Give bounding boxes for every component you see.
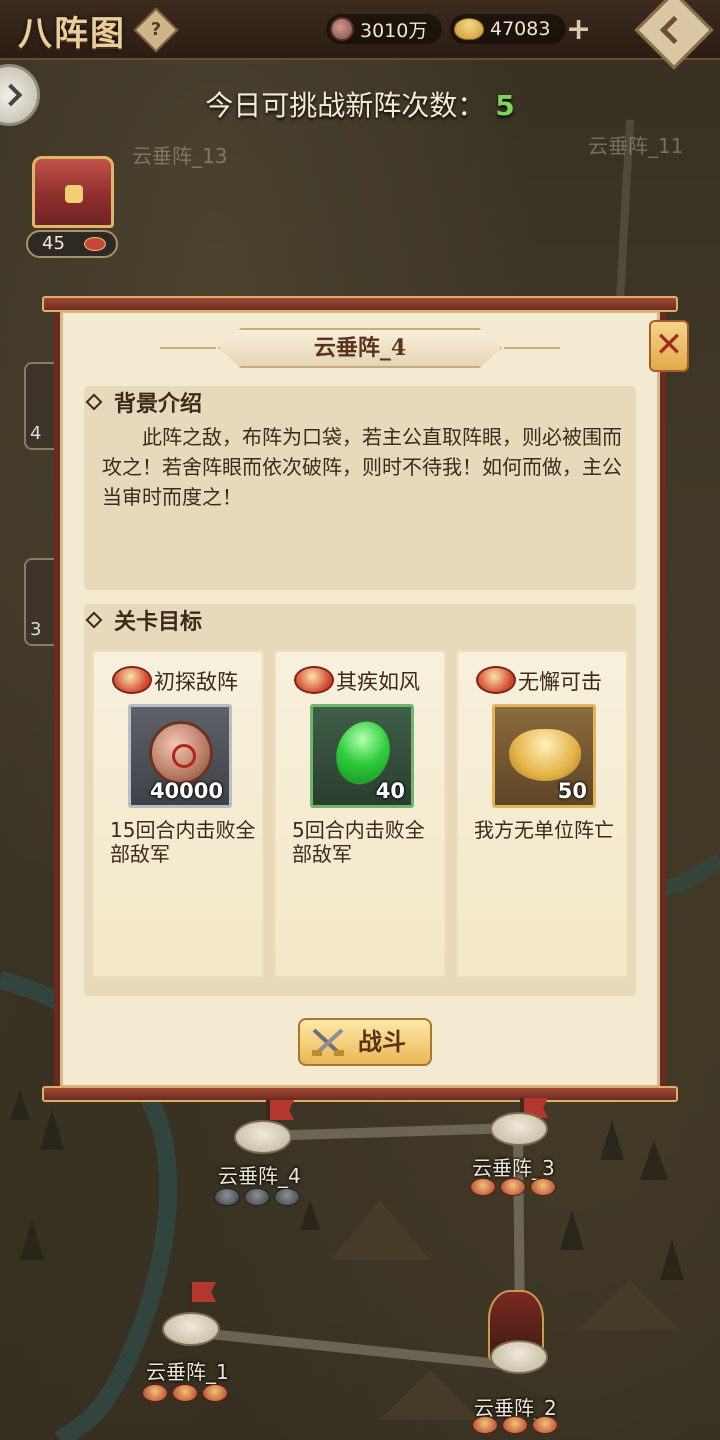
- star-icon: [532, 1416, 558, 1434]
- star-icon: [530, 1178, 556, 1196]
- close-button[interactable]: ✕: [649, 320, 689, 372]
- goals-heading: 关卡目标: [85, 604, 203, 636]
- reward-slot[interactable]: 40000: [128, 704, 232, 808]
- node-2-stars: [472, 1416, 558, 1434]
- goal-title: 无懈可击: [518, 670, 602, 694]
- treasure-chest-icon[interactable]: [32, 156, 114, 228]
- copper-resource: 3010万: [326, 14, 442, 44]
- reward-amount: 40: [375, 779, 405, 803]
- gold-ingot-icon: [454, 18, 484, 40]
- reward-amount: 50: [557, 779, 587, 803]
- node-label-11[interactable]: 云垂阵_11: [588, 130, 683, 159]
- copper-coin-icon: [149, 721, 213, 785]
- ingot-resource: 47083: [450, 14, 566, 44]
- star-icon: [274, 1188, 300, 1206]
- plaque-ornament-right: [504, 347, 560, 349]
- goal-description: 我方无单位阵亡: [474, 818, 614, 842]
- goal-title: 初探敌阵: [154, 670, 238, 694]
- fight-button[interactable]: 战斗: [298, 1018, 432, 1066]
- gold-ingot-icon: [509, 729, 581, 781]
- node-label-1[interactable]: 云垂阵_1: [146, 1356, 229, 1385]
- scroll-rod-top: [42, 296, 678, 312]
- challenge-count: 5: [495, 89, 515, 122]
- fight-label: 战斗: [358, 1027, 406, 1056]
- reward-amount: 40000: [149, 779, 223, 803]
- medal-mini-icon: [84, 237, 106, 251]
- node-2[interactable]: [490, 1340, 548, 1374]
- star-icon: [214, 1188, 240, 1206]
- side-count: 3: [30, 619, 42, 640]
- goal-title: 其疾如风: [336, 670, 420, 694]
- diamond-icon: [85, 393, 103, 411]
- copper-amount: 3010万: [360, 19, 428, 42]
- goal-card-1[interactable]: 初探敌阵 40000 15回合内击败全部敌军: [92, 650, 264, 978]
- background-heading: 背景介绍: [85, 386, 203, 418]
- star-icon: [470, 1178, 496, 1196]
- back-button[interactable]: [634, 0, 714, 70]
- diamond-icon: [85, 611, 103, 629]
- star-icon: [202, 1384, 228, 1402]
- stage-name: 云垂阵_4: [218, 328, 502, 368]
- goals-title: 关卡目标: [114, 609, 203, 635]
- star-icon: [500, 1178, 526, 1196]
- scroll-rod-bottom: [42, 1086, 678, 1102]
- goal-card-2[interactable]: 其疾如风 40 5回合内击败全部敌军: [274, 650, 446, 978]
- background-title: 背景介绍: [114, 391, 203, 417]
- reward-slot[interactable]: 50: [492, 704, 596, 808]
- star-icon: [244, 1188, 270, 1206]
- node-1-stars: [142, 1384, 228, 1402]
- plaque-ornament-left: [160, 347, 216, 349]
- top-bar: 八阵图 ? 3010万 47083 +: [0, 0, 720, 70]
- node-label-3[interactable]: 云垂阵_3: [472, 1152, 555, 1181]
- ingot-amount: 47083: [490, 18, 551, 40]
- medal-icon: [476, 666, 516, 694]
- goal-description: 15回合内击败全部敌军: [110, 818, 256, 866]
- node-4-stars: [214, 1188, 300, 1206]
- node-1[interactable]: [162, 1312, 220, 1346]
- goal-description: 5回合内击败全部敌军: [292, 818, 425, 866]
- node-3-stars: [470, 1178, 556, 1196]
- goal-card-3[interactable]: 无懈可击 50 我方无单位阵亡: [456, 650, 628, 978]
- background-text: 此阵之敌，布阵为口袋，若主公直取阵眼，则必被围而攻之！若舍阵眼而依次破阵，则时不…: [102, 425, 622, 509]
- medal-icon: [112, 666, 152, 694]
- medal-icon: [294, 666, 334, 694]
- back-arrow-icon: [659, 15, 689, 45]
- close-icon: ✕: [654, 325, 684, 365]
- page-title: 八阵图: [18, 14, 126, 54]
- challenge-counter: 今日可挑战新阵次数： 5: [0, 84, 720, 124]
- crossed-swords-icon: [312, 1028, 344, 1056]
- node-label-13[interactable]: 云垂阵_13: [132, 140, 227, 169]
- node-4[interactable]: [234, 1120, 292, 1154]
- chest-count: 45: [42, 233, 65, 254]
- star-icon: [502, 1416, 528, 1434]
- help-symbol: ?: [150, 19, 162, 40]
- reward-slot[interactable]: 40: [310, 704, 414, 808]
- copper-coin-icon: [330, 17, 354, 41]
- node-label-4[interactable]: 云垂阵_4: [218, 1160, 301, 1189]
- star-icon: [172, 1384, 198, 1402]
- stage-detail-dialog: 云垂阵_4 ✕ 背景介绍 此阵之敌，布阵为口袋，若主公直取阵眼，则必被围而攻之！…: [42, 296, 689, 1102]
- star-icon: [472, 1416, 498, 1434]
- side-count: 4: [30, 423, 42, 444]
- add-currency-button[interactable]: +: [566, 12, 591, 47]
- chest-progress-badge: 45: [26, 230, 118, 258]
- help-icon[interactable]: ?: [133, 7, 179, 53]
- node-3[interactable]: [490, 1112, 548, 1146]
- star-icon: [142, 1384, 168, 1402]
- challenge-label: 今日可挑战新阵次数：: [205, 89, 486, 122]
